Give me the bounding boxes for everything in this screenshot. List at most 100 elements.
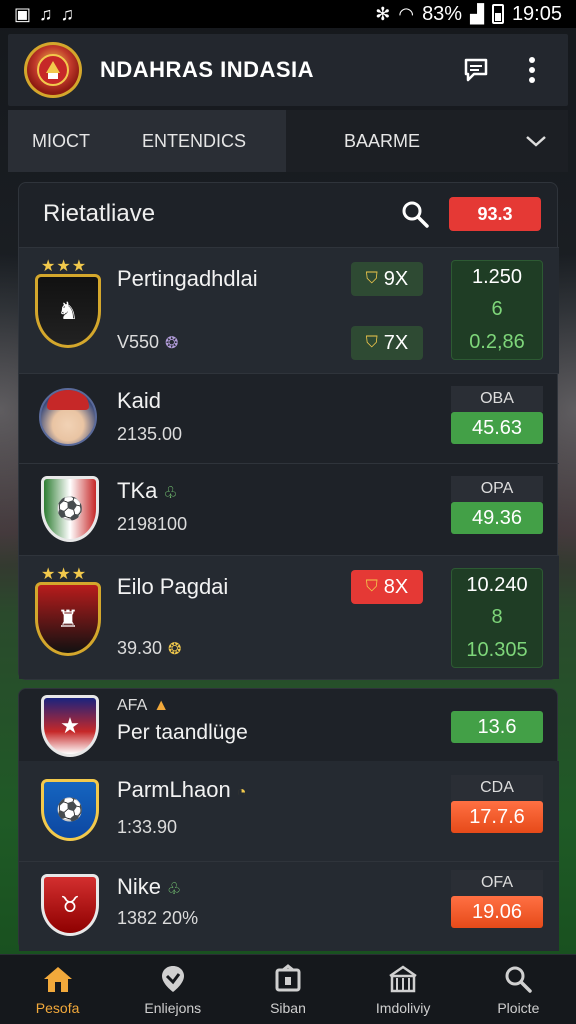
- panel-title: Rietatliave: [43, 200, 156, 227]
- odds-box[interactable]: 1.250 6 0.2,86: [451, 260, 543, 360]
- tab-mioct[interactable]: MIOCT: [8, 110, 118, 172]
- odds-top: 10.240: [466, 573, 528, 596]
- app-header: NDAHRAS INDASIA: [8, 34, 568, 106]
- tab-bar: MIOCT ENTENDICS BAARME: [8, 110, 568, 172]
- table-row[interactable]: Kaid 2135.00 OBA 45.63: [19, 373, 559, 463]
- quote-value: 19.06: [451, 896, 543, 928]
- status-time: 19:05: [511, 2, 562, 25]
- odds-pill[interactable]: ⛉ 9X: [351, 262, 423, 296]
- score-badge[interactable]: 93.3: [449, 197, 541, 231]
- stars-icon: ★★★: [41, 258, 88, 275]
- item-name-label: Nike: [117, 874, 162, 899]
- quote-box[interactable]: OFA 19.06: [451, 870, 543, 932]
- tab-entendics[interactable]: ENTENDICS: [118, 110, 286, 172]
- battery-icon: [491, 4, 504, 24]
- table-row[interactable]: ⚽ TKa ♧ 2198100 OPA 49.36: [19, 463, 559, 555]
- badge-icon: ❂: [165, 335, 179, 352]
- odds-pill[interactable]: ⛉ 8X: [351, 570, 423, 604]
- tab-baarme-label: BAARME: [344, 130, 421, 151]
- bull-crest-icon: ♉: [41, 874, 99, 936]
- battery-text: 83%: [422, 2, 463, 25]
- search-icon: [402, 201, 429, 228]
- item-tag-label: AFA: [117, 697, 148, 714]
- soccer-ball-icon: ⚽: [41, 476, 99, 542]
- list-item[interactable]: ⚽ ParmLhaon ◔ 1:33.90 CDA 17.7.6: [19, 761, 559, 861]
- nav-search[interactable]: Ploicte: [468, 964, 568, 1016]
- quote-label: OPA: [451, 476, 543, 502]
- item-name-label: ParmLhaon: [117, 777, 231, 802]
- warning-icon: ▲: [153, 697, 170, 714]
- bell-icon: ♫: [39, 3, 53, 24]
- tab-baarme[interactable]: BAARME: [286, 110, 568, 172]
- chat-button[interactable]: [456, 50, 496, 90]
- status-right: ✻ ◠ 83% ▟ 19:05: [375, 3, 562, 26]
- odds-mid: 6: [491, 298, 503, 321]
- building-icon: [389, 964, 417, 992]
- nav-stadium[interactable]: Imdoliviy: [353, 964, 453, 1016]
- signal-icon: ✻: [375, 3, 391, 24]
- item-name: Nike ♧: [117, 874, 181, 900]
- pill-value: 7X: [383, 331, 409, 354]
- list-item[interactable]: ♉ Nike ♧ 1382 20% OFA 19.06: [19, 861, 559, 951]
- shield-icon: ⛉: [365, 270, 378, 287]
- quote-value: 17.7.6: [451, 801, 543, 833]
- table-row[interactable]: ★★★ ♜ Eilo Pagdai 39.30 ❂ ⛉ 8X 10.240 8 1…: [19, 555, 559, 679]
- club-shield-icon: ★: [41, 695, 99, 757]
- stars-icon: ★★★: [41, 566, 88, 583]
- quote-box[interactable]: OBA 45.63: [451, 386, 543, 448]
- status-bar: ▣ ♫ ♫ ✻ ◠ 83% ▟ 19:05: [0, 0, 576, 28]
- table-row[interactable]: ★★★ ♞ Pertingadhdlai V550 ❂ ⛉ 9X ⛉ 7X 1.2…: [19, 247, 559, 373]
- search-button[interactable]: [393, 192, 437, 236]
- team-sub: V550 ❂: [117, 332, 178, 353]
- player-sub: 2135.00: [117, 424, 183, 444]
- photo-icon: ▣: [14, 3, 32, 24]
- item-name: Per taandlüge: [117, 721, 248, 744]
- shield-icon: ⛉: [365, 578, 378, 595]
- odds-pill[interactable]: ⛉ 7X: [351, 326, 423, 360]
- pill-value: 9X: [383, 267, 409, 290]
- chevron-down-icon[interactable]: [524, 133, 548, 149]
- odds-mid: 8: [491, 606, 503, 629]
- team-sub-value: V550: [117, 332, 160, 352]
- puzzle-icon: [275, 963, 301, 991]
- quote-value: 45.63: [451, 412, 543, 444]
- nav-home[interactable]: Pesofa: [8, 964, 108, 1016]
- message-icon: [464, 58, 488, 82]
- status-left: ▣ ♫ ♫: [14, 4, 74, 25]
- map-pin-icon: [161, 965, 184, 992]
- leaf-icon: ♧: [163, 485, 178, 502]
- list-item[interactable]: ★ AFA ▲ Per taandlüge 13.6: [19, 689, 559, 759]
- team-name: Pertingadhdlai: [117, 266, 258, 291]
- app-title: NDAHRAS INDASIA: [100, 57, 315, 82]
- cell-signal-icon: ▟: [470, 3, 484, 24]
- quote-box[interactable]: CDA 17.7.6: [451, 775, 543, 837]
- quote-box[interactable]: OPA 49.36: [451, 476, 543, 538]
- team-name-label: TKa: [117, 478, 158, 503]
- team-crest: ★★★ ♜: [35, 566, 105, 658]
- crest-icon: [37, 54, 69, 86]
- badge-icon: ❂: [168, 641, 182, 658]
- menu-button[interactable]: [512, 50, 552, 90]
- search-icon: [505, 966, 533, 993]
- quote-label: OBA: [451, 386, 543, 412]
- leaf-icon: ♧: [167, 881, 182, 898]
- odds-top: 1.250: [471, 265, 523, 288]
- home-icon: [43, 966, 72, 992]
- team-sub: 2198100: [117, 514, 188, 534]
- bottom-nav: Pesofa Enliejons Siban Imdoliviy Ploicte: [0, 954, 576, 1024]
- wifi-icon: ◠: [398, 3, 415, 24]
- odds-bottom: 0.2,86: [469, 331, 525, 354]
- item-sub: 1382 20%: [117, 908, 199, 928]
- crest-icon: ♜: [35, 582, 101, 656]
- nav-label: Pesofa: [35, 999, 80, 1016]
- quote-value[interactable]: 13.6: [451, 711, 543, 743]
- team-sub: 39.30 ❂: [117, 638, 181, 659]
- avatar: [39, 388, 97, 446]
- team-name: TKa ♧: [117, 478, 178, 504]
- nav-siban[interactable]: Siban: [238, 963, 338, 1016]
- quote-value: 49.36: [451, 502, 543, 534]
- team-crest: ★★★ ♞: [35, 258, 105, 350]
- odds-box[interactable]: 10.240 8 10.305: [451, 568, 543, 668]
- nav-locations[interactable]: Enliejons: [123, 964, 223, 1016]
- pill-value: 8X: [383, 575, 409, 598]
